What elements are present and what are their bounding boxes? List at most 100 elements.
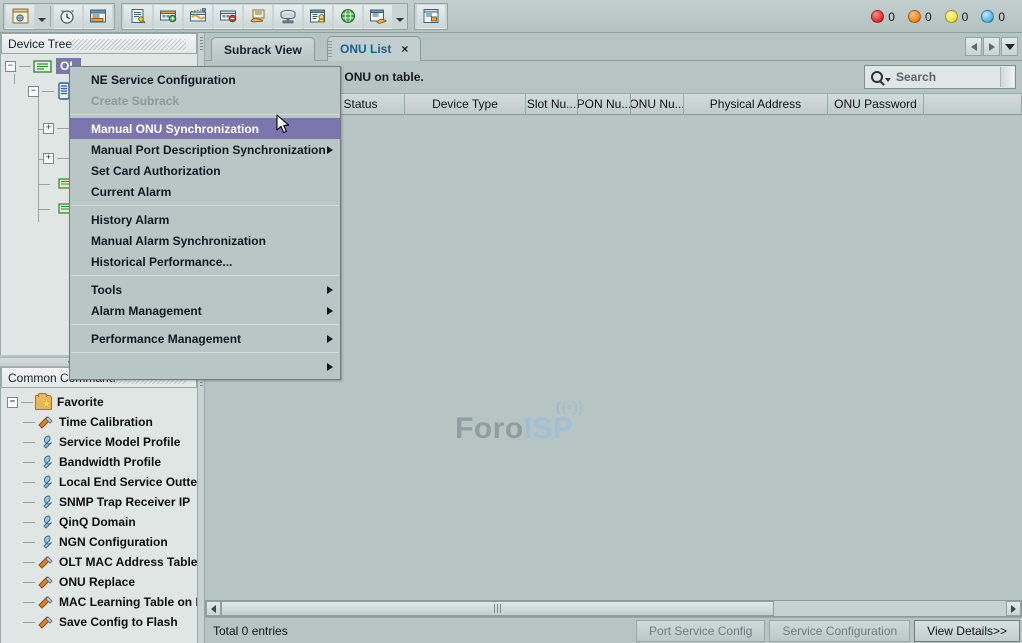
tools-icon bbox=[37, 595, 54, 610]
submenu-arrow-icon bbox=[327, 335, 333, 343]
command-item-onu-replace[interactable]: ONU Replace bbox=[1, 572, 197, 592]
command-item-service-model-profile[interactable]: Service Model Profile bbox=[1, 432, 197, 452]
scheduled-task-button[interactable] bbox=[54, 4, 82, 29]
menu-item-manual-onu-synchronization[interactable]: Manual ONU Synchronization bbox=[70, 118, 340, 139]
column-header-pon-number[interactable]: PON Nu... bbox=[578, 94, 631, 114]
search-clear-button[interactable] bbox=[1000, 67, 1014, 87]
command-item-qinq-domain[interactable]: QinQ Domain bbox=[1, 512, 197, 532]
menu-item-manual-alarm-synchronization[interactable]: Manual Alarm Synchronization bbox=[70, 230, 340, 251]
menu-item-label: Manual ONU Synchronization bbox=[91, 122, 259, 136]
alarm-minor-count: 0 bbox=[962, 10, 969, 24]
menu-item-current-alarm[interactable]: Current Alarm bbox=[70, 181, 340, 202]
command-item-bandwidth-profile[interactable]: Bandwidth Profile bbox=[1, 452, 197, 472]
menu-item-system-maintenance[interactable] bbox=[70, 356, 340, 377]
scroll-right-button[interactable] bbox=[1006, 601, 1021, 616]
alarm-critical[interactable]: 0 bbox=[871, 10, 895, 24]
tree-toggle-collapse-icon[interactable]: − bbox=[7, 397, 18, 408]
common-command-panel: Common Command − ★ Favorite bbox=[0, 367, 198, 643]
menu-item-manual-port-description-synchronization[interactable]: Manual Port Description Synchronization bbox=[70, 139, 340, 160]
alarm-major-count: 0 bbox=[925, 10, 932, 24]
tree-line bbox=[23, 622, 35, 623]
alarm-critical-led bbox=[871, 10, 884, 23]
menu-item-set-card-authorization[interactable]: Set Card Authorization bbox=[70, 160, 340, 181]
menu-separator bbox=[71, 324, 339, 325]
column-header-onu-number[interactable]: ONU Nu... bbox=[631, 94, 684, 114]
tree-toggle-collapse-icon[interactable]: − bbox=[5, 61, 16, 72]
table-horizontal-scrollbar[interactable] bbox=[205, 600, 1022, 617]
tab-close-icon[interactable]: × bbox=[401, 42, 408, 56]
menu-item-history-alarm[interactable]: History Alarm bbox=[70, 209, 340, 230]
column-header-onu-password[interactable]: ONU Password bbox=[828, 94, 924, 114]
panel-drag-grip[interactable] bbox=[70, 39, 186, 50]
triangle-down-icon bbox=[1005, 44, 1015, 50]
wrench-icon bbox=[37, 435, 54, 450]
command-item-snmp-trap-receiver-ip[interactable]: SNMP Trap Receiver IP bbox=[1, 492, 197, 512]
device-context-menu[interactable]: NE Service Configuration Create Subrack … bbox=[69, 66, 341, 380]
menu-item-alarm-management[interactable]: Alarm Management bbox=[70, 300, 340, 321]
topology-dropdown-button[interactable] bbox=[35, 4, 48, 29]
topology-view-button[interactable] bbox=[6, 4, 34, 29]
command-item-save-config-to-flash[interactable]: Save Config to Flash bbox=[1, 612, 197, 632]
device-discovery-button[interactable] bbox=[184, 4, 212, 29]
license-button[interactable] bbox=[244, 4, 272, 29]
report-dropdown-button[interactable] bbox=[393, 4, 406, 29]
action-button-row: Port Service Config Service Configuratio… bbox=[636, 620, 1020, 642]
column-header-device-type[interactable]: Device Type bbox=[405, 94, 526, 114]
favorite-folder-node[interactable]: − ★ Favorite bbox=[1, 392, 197, 412]
tab-scroll-right-button[interactable] bbox=[983, 37, 1000, 56]
view-details-button[interactable]: View Details>> bbox=[914, 620, 1020, 642]
scroll-left-button[interactable] bbox=[206, 601, 221, 616]
device-remove-button[interactable] bbox=[214, 4, 242, 29]
server-stack-icon bbox=[279, 8, 297, 24]
tree-line bbox=[14, 74, 15, 84]
foroisp-watermark: ((•)) ForoISP bbox=[455, 412, 574, 446]
menu-item-performance-management[interactable]: Performance Management bbox=[70, 328, 340, 349]
server-button[interactable] bbox=[274, 4, 302, 29]
search-options-caret-icon[interactable] bbox=[885, 78, 891, 82]
device-add-button[interactable] bbox=[154, 4, 182, 29]
column-header-physical-address[interactable]: Physical Address bbox=[684, 94, 828, 114]
tree-toggle-expand-icon[interactable]: + bbox=[43, 153, 54, 164]
menu-item-tools[interactable]: Tools bbox=[70, 279, 340, 300]
toolbar-group-2 bbox=[121, 3, 408, 30]
window-layout-button[interactable] bbox=[417, 4, 445, 29]
user-management-button[interactable] bbox=[304, 4, 332, 29]
scroll-thumb[interactable] bbox=[221, 601, 774, 616]
tab-onu-list[interactable]: ONU List × bbox=[327, 36, 421, 61]
alarm-minor[interactable]: 0 bbox=[945, 10, 969, 24]
column-header-extra[interactable] bbox=[924, 94, 1022, 114]
report-button[interactable] bbox=[364, 4, 392, 29]
menu-item-historical-performance[interactable]: Historical Performance... bbox=[70, 251, 340, 272]
tab-list-dropdown-button[interactable] bbox=[1001, 37, 1018, 56]
menu-separator bbox=[71, 352, 339, 353]
scroll-track[interactable] bbox=[221, 601, 1006, 616]
submenu-arrow-icon bbox=[327, 146, 333, 154]
device-list-button[interactable] bbox=[84, 4, 112, 29]
tab-scroll-left-button[interactable] bbox=[965, 37, 982, 56]
triangle-left-icon bbox=[211, 605, 216, 613]
alarm-major[interactable]: 0 bbox=[908, 10, 932, 24]
wrench-icon bbox=[37, 495, 54, 510]
service-configuration-button[interactable]: Service Configuration bbox=[769, 620, 910, 642]
command-item-ngn-configuration[interactable]: NGN Configuration bbox=[1, 532, 197, 552]
command-item-mac-learning-table[interactable]: MAC Learning Table on P bbox=[1, 592, 197, 612]
command-item-local-end-service-outter[interactable]: Local End Service Outter bbox=[1, 472, 197, 492]
menu-item-ne-service-configuration[interactable]: NE Service Configuration bbox=[70, 69, 340, 90]
tree-node-rack[interactable]: − bbox=[28, 82, 72, 100]
tab-subrack-view[interactable]: Subrack View bbox=[211, 37, 315, 61]
menu-item-label: Current Alarm bbox=[91, 185, 171, 199]
tree-toggle-collapse-icon[interactable]: − bbox=[28, 86, 39, 97]
toolbar-group-3 bbox=[414, 3, 448, 30]
search-box[interactable]: Search bbox=[864, 65, 1016, 89]
command-item-time-calibration[interactable]: Time Calibration bbox=[1, 412, 197, 432]
command-item-olt-mac-address-table[interactable]: OLT MAC Address Table bbox=[1, 552, 197, 572]
menu-item-label: History Alarm bbox=[91, 213, 169, 227]
network-globe-button[interactable] bbox=[334, 4, 362, 29]
tab-navigation bbox=[965, 37, 1018, 56]
alarm-warning[interactable]: 0 bbox=[981, 10, 1005, 24]
device-add-icon bbox=[159, 8, 177, 24]
tree-toggle-expand-icon[interactable]: + bbox=[43, 123, 54, 134]
column-header-slot-number[interactable]: Slot Nu... bbox=[526, 94, 578, 114]
auth-config-button[interactable] bbox=[124, 4, 152, 29]
port-service-config-button[interactable]: Port Service Config bbox=[636, 620, 765, 642]
